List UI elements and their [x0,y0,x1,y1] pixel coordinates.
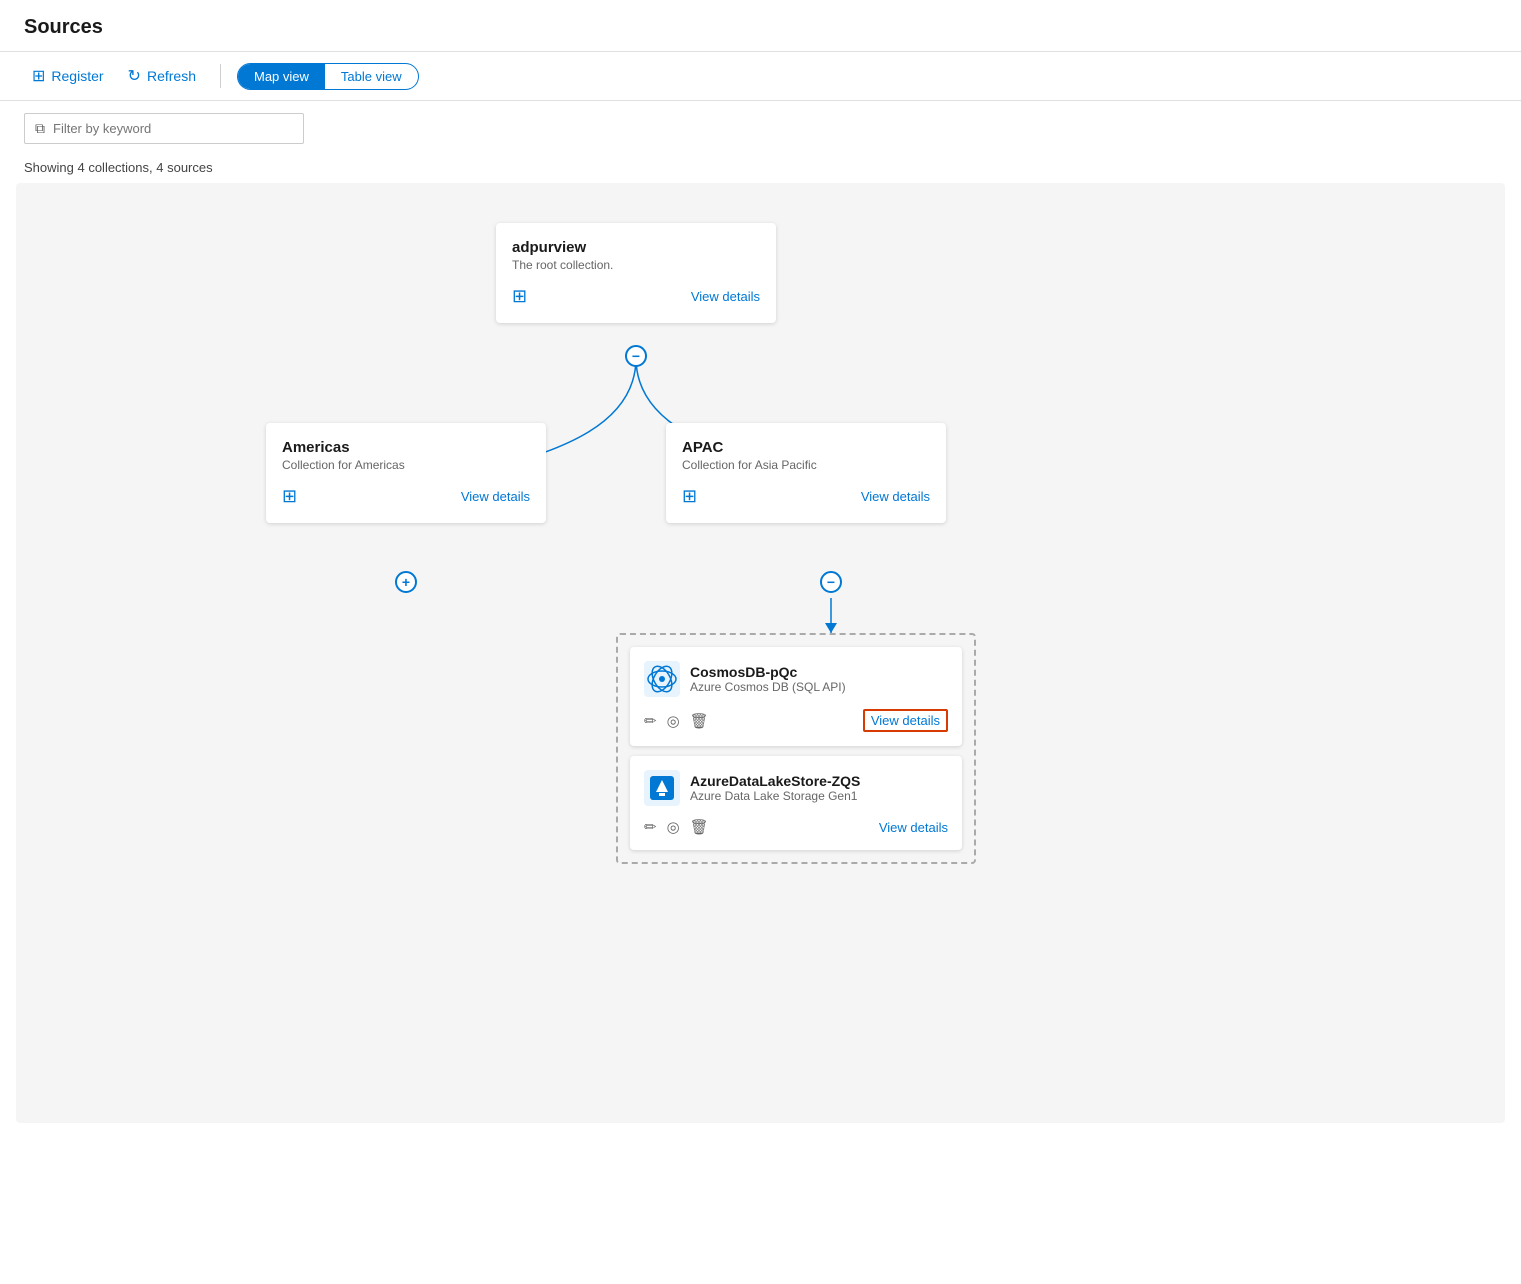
americas-card-icons: ⊞ [282,486,297,507]
root-card: adpurview The root collection. ⊞ View de… [496,223,776,323]
datalake-scan-button[interactable]: ◎ [667,818,680,836]
cosmos-delete-button[interactable]: 🗑 [690,712,709,730]
americas-grid-icon: ⊞ [282,486,297,507]
cosmos-title: CosmosDB-pQc [690,664,846,680]
apac-view-details-link[interactable]: View details [861,489,930,504]
apac-card-subtitle: Collection for Asia Pacific [682,458,930,472]
datalake-delete-button[interactable]: 🗑 [690,818,709,836]
americas-card-title: Americas [282,439,530,456]
page-title: Sources [24,16,1497,51]
datalake-source-icons: ✏ ◎ 🗑 [644,818,709,836]
datalake-title: AzureDataLakeStore-ZQS [690,773,860,789]
cosmos-scan-button[interactable]: ◎ [667,712,680,730]
showing-text: Showing 4 collections, 4 sources [0,156,1521,183]
apac-grid-icon: ⊞ [682,486,697,507]
toolbar-separator [220,64,221,88]
root-card-icons: ⊞ [512,286,527,307]
register-label: Register [51,68,103,84]
root-view-details-link[interactable]: View details [691,289,760,304]
register-icon: ⊞ [32,66,45,86]
apac-card-icons: ⊞ [682,486,697,507]
datalake-edit-button[interactable]: ✏ [644,818,657,836]
americas-view-details-link[interactable]: View details [461,489,530,504]
root-card-subtitle: The root collection. [512,258,760,272]
americas-card-footer: ⊞ View details [282,486,530,507]
cosmos-subtitle: Azure Cosmos DB (SQL API) [690,680,846,694]
root-grid-icon: ⊞ [512,286,527,307]
cosmos-source-header: CosmosDB-pQc Azure Cosmos DB (SQL API) [644,661,948,697]
map-canvas: adpurview The root collection. ⊞ View de… [16,183,1505,1123]
americas-expand-btn[interactable]: + [395,571,417,593]
americas-card: Americas Collection for Americas ⊞ View … [266,423,546,523]
datalake-source-header: AzureDataLakeStore-ZQS Azure Data Lake S… [644,770,948,806]
apac-card: APAC Collection for Asia Pacific ⊞ View … [666,423,946,523]
register-button[interactable]: ⊞ Register [24,62,112,90]
cosmos-source-footer: ✏ ◎ 🗑 View details [644,709,948,732]
cosmos-view-details-link[interactable]: View details [863,709,948,732]
minus-icon: − [632,349,640,363]
datalake-view-details-link[interactable]: View details [879,820,948,835]
cosmos-text: CosmosDB-pQc Azure Cosmos DB (SQL API) [690,664,846,694]
apac-minus-icon: − [827,575,835,589]
apac-card-title: APAC [682,439,930,456]
page-header: Sources [0,0,1521,52]
sources-container: CosmosDB-pQc Azure Cosmos DB (SQL API) ✏… [616,633,976,864]
cosmos-source-card: CosmosDB-pQc Azure Cosmos DB (SQL API) ✏… [630,647,962,746]
refresh-icon: ↻ [128,66,141,86]
datalake-subtitle: Azure Data Lake Storage Gen1 [690,789,860,803]
map-view-button[interactable]: Map view [238,64,325,89]
refresh-label: Refresh [147,68,196,84]
root-card-title: adpurview [512,239,760,256]
cosmos-source-icons: ✏ ◎ 🗑 [644,712,709,730]
filter-input[interactable] [53,121,273,136]
apac-card-footer: ⊞ View details [682,486,930,507]
plus-icon: + [402,575,410,589]
filter-icon: ⧉ [35,120,45,137]
root-card-footer: ⊞ View details [512,286,760,307]
table-view-button[interactable]: Table view [325,64,418,89]
refresh-button[interactable]: ↻ Refresh [120,62,204,90]
cosmos-icon [644,661,680,697]
view-toggle: Map view Table view [237,63,419,90]
datalake-source-card: AzureDataLakeStore-ZQS Azure Data Lake S… [630,756,962,850]
toolbar: ⊞ Register ↻ Refresh Map view Table view [0,52,1521,101]
filter-bar: ⧉ [0,101,1521,156]
cosmos-edit-button[interactable]: ✏ [644,712,657,730]
americas-card-subtitle: Collection for Americas [282,458,530,472]
root-collapse-btn[interactable]: − [625,345,647,367]
datalake-text: AzureDataLakeStore-ZQS Azure Data Lake S… [690,773,860,803]
datalake-source-footer: ✏ ◎ 🗑 View details [644,818,948,836]
datalake-icon [644,770,680,806]
apac-collapse-btn[interactable]: − [820,571,842,593]
filter-input-wrapper: ⧉ [24,113,304,144]
